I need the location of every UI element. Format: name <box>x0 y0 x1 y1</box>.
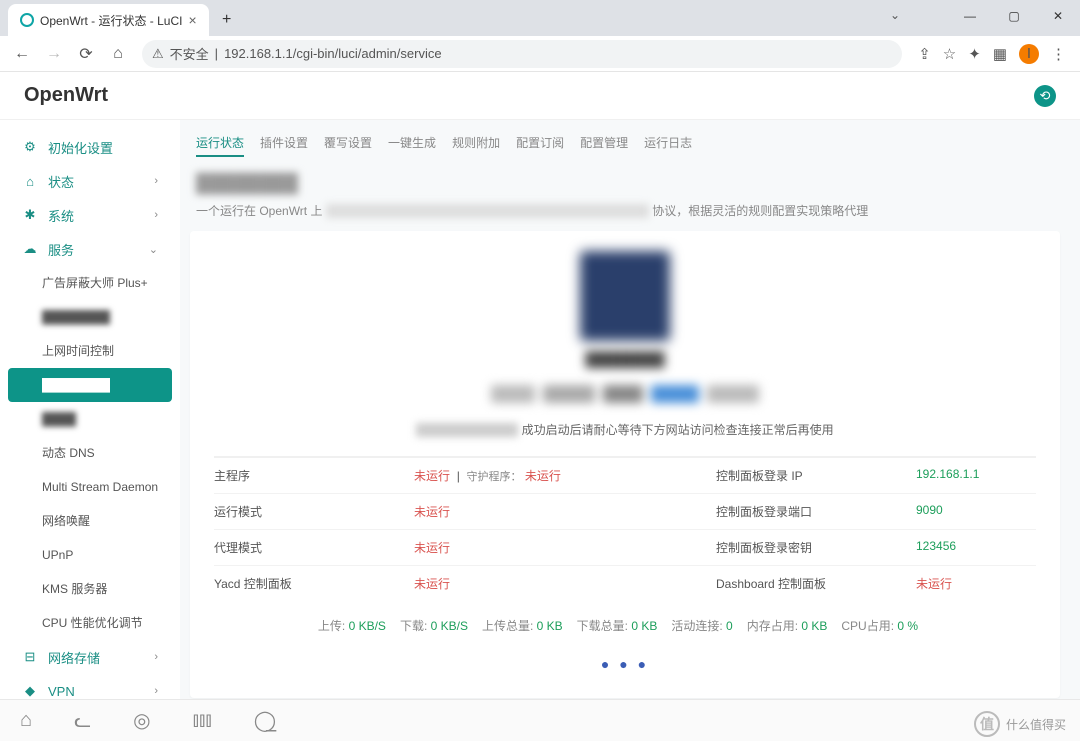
url-input[interactable]: ⚠ 不安全 | 192.168.1.1/cgi-bin/luci/admin/s… <box>142 40 902 68</box>
loading-dots-icon: ● ● ● <box>214 638 1036 678</box>
sidebar: ⚙初始化设置⌂状态›✱系统›☁服务⌄广告屏蔽大师 Plus+████████上网… <box>0 120 180 699</box>
minimize-button[interactable]: — <box>948 0 992 32</box>
reload-button[interactable]: ⟳ <box>72 40 100 68</box>
metrics-row: 上传: 0 KB/S下载: 0 KB/S上传总量: 0 KB下载总量: 0 KB… <box>214 601 1036 638</box>
sidebar-subitem[interactable]: 网络唤醒 <box>0 504 180 538</box>
status-card: ████████ ████████████ 成功启动后请耐心等待下方网站访问检查… <box>190 231 1060 698</box>
bottom-toolbar: ⌂ ᓚ ◎ ⫾⫾⫾ ◯̲ 值 什么值得买 <box>0 699 1080 741</box>
new-tab-button[interactable]: + <box>213 6 241 34</box>
extensions-icon[interactable]: ✦ <box>968 45 981 63</box>
chevron-icon: › <box>154 209 158 221</box>
watermark-icon: 值 <box>974 711 1000 737</box>
chevron-icon: › <box>154 651 158 663</box>
url-text: 192.168.1.1/cgi-bin/luci/admin/service <box>224 46 442 61</box>
profile-avatar[interactable]: I <box>1019 44 1039 64</box>
sidebar-icon: ◆ <box>22 683 38 699</box>
sidebar-item[interactable]: ⚙初始化设置 <box>0 130 180 164</box>
sidebar-subitem[interactable]: ████████ <box>0 300 180 334</box>
browser-chrome: OpenWrt - 运行状态 - LuCI × + ⌄ — ▢ ✕ ← → ⟳ … <box>0 0 1080 72</box>
maximize-button[interactable]: ▢ <box>992 0 1036 32</box>
section-description: 一个运行在 OpenWrt 上 ████████████████████████… <box>190 198 1060 231</box>
sidebar-icon: ☁ <box>22 241 38 257</box>
main-content: 运行状态插件设置覆写设置一键生成规则附加配置订阅配置管理运行日志 ███████… <box>180 120 1080 699</box>
tabs-dropdown-icon[interactable]: ⌄ <box>890 8 900 22</box>
status-table: 主程序 未运行 | 守护程序： 未运行 控制面板登录 IP 192.168.1.… <box>214 456 1036 601</box>
content-tab[interactable]: 规则附加 <box>452 134 500 157</box>
stats-icon[interactable]: ⫾⫾⫾ <box>193 709 212 732</box>
window-controls: — ▢ ✕ <box>948 0 1080 32</box>
insecure-label: 不安全 <box>170 44 209 63</box>
hero-badges <box>214 385 1036 403</box>
tab-title: OpenWrt - 运行状态 - LuCI <box>40 12 182 29</box>
browser-tab[interactable]: OpenWrt - 运行状态 - LuCI × <box>8 4 209 36</box>
brand-title: OpenWrt <box>24 84 108 107</box>
content-tab[interactable]: 配置管理 <box>580 134 628 157</box>
content-tab[interactable]: 运行状态 <box>196 134 244 157</box>
page-header: OpenWrt ⟲ <box>0 72 1080 120</box>
home-icon[interactable]: ⌂ <box>20 709 32 732</box>
sidebar-subitem[interactable]: CPU 性能优化调节 <box>0 606 180 640</box>
user-icon[interactable]: ◯̲ <box>254 708 276 733</box>
section-title: ████████ <box>190 167 1060 198</box>
sidebar-item[interactable]: ⊟网络存储› <box>0 640 180 674</box>
favicon-icon <box>20 13 34 27</box>
hero-info: ████████████ 成功启动后请耐心等待下方网站访问检查连接正常后再使用 <box>214 421 1036 438</box>
close-window-button[interactable]: ✕ <box>1036 0 1080 32</box>
sidebar-item[interactable]: ⌂状态› <box>0 164 180 198</box>
menu-icon[interactable]: ⋮ <box>1051 45 1066 63</box>
extension-icons: ⇪ ☆ ✦ ▦ I ⋮ <box>912 44 1072 64</box>
hero-logo-icon <box>580 251 670 341</box>
sidebar-subitem[interactable]: 动态 DNS <box>0 436 180 470</box>
insecure-icon: ⚠ <box>152 46 164 62</box>
content-tab[interactable]: 插件设置 <box>260 134 308 157</box>
close-icon[interactable]: × <box>188 12 196 28</box>
sidebar-subitem[interactable]: KMS 服务器 <box>0 572 180 606</box>
chevron-icon: › <box>154 685 158 697</box>
compass-icon[interactable]: ◎ <box>133 708 150 733</box>
forward-button: → <box>40 40 68 68</box>
content-tabs: 运行状态插件设置覆写设置一键生成规则附加配置订阅配置管理运行日志 <box>190 120 1060 167</box>
share-icon[interactable]: ⇪ <box>918 45 931 63</box>
watermark: 值 什么值得买 <box>974 711 1066 737</box>
bookmark-icon[interactable]: ☆ <box>943 45 956 63</box>
sidebar-subitem[interactable]: 上网时间控制 <box>0 334 180 368</box>
cat-icon[interactable]: ᓚ <box>74 708 91 733</box>
refresh-icon[interactable]: ⟲ <box>1034 85 1056 107</box>
address-bar: ← → ⟳ ⌂ ⚠ 不安全 | 192.168.1.1/cgi-bin/luci… <box>0 36 1080 72</box>
page: OpenWrt ⟲ ⚙初始化设置⌂状态›✱系统›☁服务⌄广告屏蔽大师 Plus+… <box>0 72 1080 699</box>
sidebar-item[interactable]: ◆VPN› <box>0 674 180 699</box>
tab-bar: OpenWrt - 运行状态 - LuCI × + ⌄ — ▢ ✕ <box>0 0 1080 36</box>
content-tab[interactable]: 一键生成 <box>388 134 436 157</box>
qr-icon[interactable]: ▦ <box>993 45 1007 63</box>
sidebar-subitem[interactable]: 广告屏蔽大师 Plus+ <box>0 266 180 300</box>
chevron-icon: › <box>154 175 158 187</box>
sidebar-icon: ⚙ <box>22 139 38 155</box>
back-button[interactable]: ← <box>8 40 36 68</box>
content-tab[interactable]: 运行日志 <box>644 134 692 157</box>
sidebar-item[interactable]: ✱系统› <box>0 198 180 232</box>
content-tab[interactable]: 配置订阅 <box>516 134 564 157</box>
sidebar-subitem[interactable]: UPnP <box>0 538 180 572</box>
home-button[interactable]: ⌂ <box>104 40 132 68</box>
content-tab[interactable]: 覆写设置 <box>324 134 372 157</box>
sidebar-subitem[interactable]: ████ <box>0 402 180 436</box>
sidebar-item[interactable]: ☁服务⌄ <box>0 232 180 266</box>
sidebar-subitem[interactable]: Multi Stream Daemon <box>0 470 180 504</box>
watermark-text: 什么值得买 <box>1006 716 1066 733</box>
sidebar-icon: ⊟ <box>22 649 38 665</box>
sidebar-subitem[interactable]: ████████ <box>8 368 172 402</box>
sidebar-icon: ⌂ <box>22 174 38 189</box>
hero-section: ████████ ████████████ 成功启动后请耐心等待下方网站访问检查… <box>214 251 1036 438</box>
hero-title: ████████ <box>214 351 1036 367</box>
chevron-icon: ⌄ <box>149 243 158 256</box>
sidebar-icon: ✱ <box>22 207 38 223</box>
